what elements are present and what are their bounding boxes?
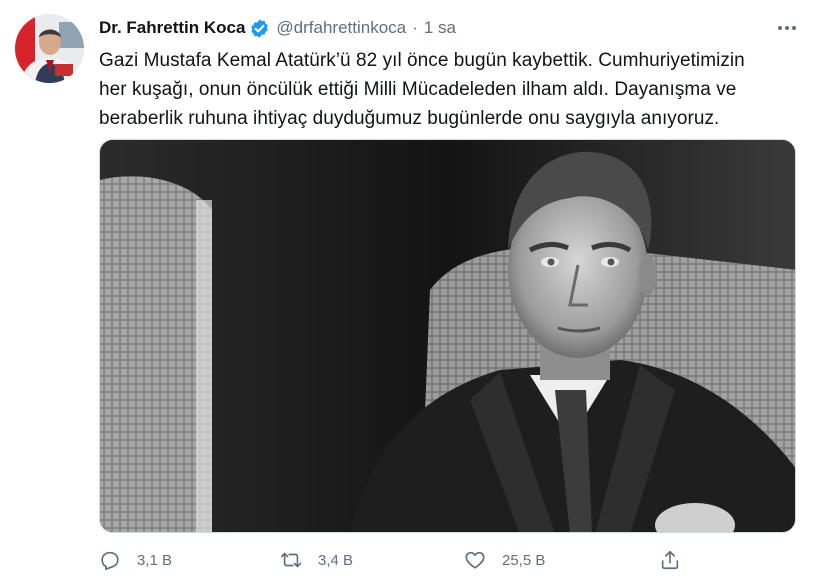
author-handle[interactable]: @drfahrettinkoca	[276, 18, 406, 38]
like-count: 25,5 B	[502, 551, 546, 569]
verified-badge-icon	[249, 18, 270, 39]
like-icon	[464, 549, 486, 571]
retweet-icon	[280, 549, 302, 571]
separator-dot: ·	[412, 18, 418, 37]
share-button[interactable]	[659, 546, 681, 574]
author-name[interactable]: Dr. Fahrettin Koca	[99, 18, 245, 38]
retweet-button[interactable]: 3,4 B	[280, 546, 353, 574]
tweet-text: Gazi Mustafa Kemal Atatürk’ü 82 yıl önce…	[99, 50, 745, 129]
author-avatar[interactable]	[15, 14, 84, 83]
reply-count: 3,1 B	[137, 551, 173, 569]
like-button[interactable]: 25,5 B	[464, 546, 545, 574]
reply-icon	[99, 549, 121, 571]
tweet-header: Dr. Fahrettin Koca @drfahrettinkoca · 1 …	[99, 16, 456, 40]
more-options-icon[interactable]	[776, 18, 798, 38]
tweet-timestamp[interactable]: 1 sa	[424, 18, 456, 38]
tweet-actions: 3,1 B 3,4 B 25,5 B	[99, 546, 799, 574]
share-icon	[659, 549, 681, 571]
tweet-photo[interactable]	[99, 139, 796, 533]
retweet-count: 3,4 B	[318, 551, 354, 569]
reply-button[interactable]: 3,1 B	[99, 546, 172, 574]
